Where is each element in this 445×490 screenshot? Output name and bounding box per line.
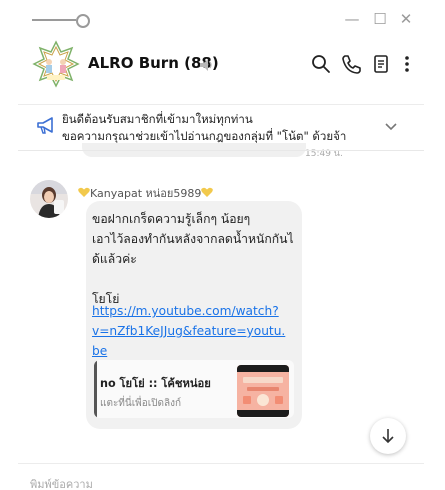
- sender-name-row[interactable]: Kanyapat หน่อย5989: [78, 184, 214, 202]
- search-icon[interactable]: [310, 53, 332, 75]
- link-line[interactable]: https://m.youtube.com/watch?: [92, 301, 302, 321]
- more-icon[interactable]: [396, 53, 418, 75]
- message-line: เอาไว้ลองทำกันหลังจากลดน้ำหนักกันไ: [92, 232, 294, 246]
- chat-window: — ☐ ✕ ALRO Burn (88) ยินดีต้อนรับสมาชิกท…: [18, 0, 424, 490]
- scroll-to-bottom-button[interactable]: [370, 418, 406, 454]
- message-line: ขอฝากเกร็ดความรู้เล็กๆ น้อยๆ: [92, 212, 251, 226]
- link-line[interactable]: v=nZfb1KeJJug&feature=youtu.: [92, 321, 302, 341]
- preview-accent-bar: [94, 360, 97, 418]
- link-preview-thumbnail[interactable]: [237, 365, 289, 417]
- group-avatar[interactable]: [30, 40, 82, 88]
- close-button[interactable]: ✕: [396, 9, 416, 29]
- megaphone-icon: [36, 117, 56, 139]
- call-icon[interactable]: [340, 53, 362, 75]
- notes-icon[interactable]: [370, 53, 392, 75]
- link-preview-title[interactable]: no โยโย่ :: โค้ชหน่อย: [100, 374, 211, 392]
- message-line: ด้แล้วค่ะ: [92, 252, 137, 266]
- sender-name: Kanyapat หน่อย5989: [90, 187, 202, 200]
- minimize-button[interactable]: —: [342, 9, 362, 29]
- announcement-line-1[interactable]: ยินดีต้อนรับสมาชิกที่เข้ามาใหม่ทุกท่าน: [62, 111, 253, 129]
- header-divider: [18, 104, 424, 105]
- chevron-down-icon[interactable]: [384, 117, 398, 136]
- link-line[interactable]: be: [92, 341, 302, 361]
- sender-avatar[interactable]: [30, 180, 68, 218]
- youtube-link[interactable]: https://m.youtube.com/watch? v=nZfb1KeJJ…: [92, 301, 302, 361]
- message-input[interactable]: [30, 474, 410, 490]
- heart-icon: [201, 187, 214, 197]
- arrow-down-icon: [382, 429, 394, 444]
- pin-window-icon[interactable]: [32, 13, 92, 28]
- mute-speaker-icon: [200, 56, 214, 75]
- heart-icon: [78, 187, 90, 197]
- message-line: [92, 269, 302, 289]
- maximize-button[interactable]: ☐: [370, 9, 390, 29]
- previous-message-time: 15:49 น.: [305, 149, 343, 159]
- input-divider: [18, 463, 424, 464]
- link-preview-subtitle[interactable]: แตะที่นี่เพื่อเปิดลิงก์: [100, 396, 181, 411]
- message-text: ขอฝากเกร็ดความรู้เล็กๆ น้อยๆ เอาไว้ลองทำ…: [92, 209, 302, 309]
- announcement-divider: [18, 150, 424, 151]
